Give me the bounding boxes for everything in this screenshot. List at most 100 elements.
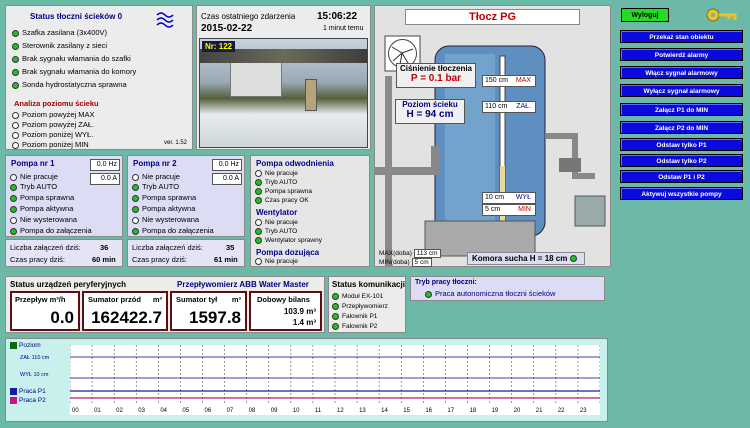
drain-item: Czas pracy OK — [255, 197, 309, 204]
fan-item: Tryb AUTO — [255, 228, 297, 235]
pump2-item: Pompa sprawna — [132, 193, 196, 202]
zal-marker: 110 cm ZAŁ. — [482, 101, 536, 113]
hour-label: 17 — [447, 408, 454, 414]
status-panel: Status tłoczni ścieków 0 Szafka zasilana… — [5, 5, 193, 150]
status-item-text: Brak sygnału włamania do komory — [22, 67, 137, 76]
comm-item-text: Falownik P1 — [342, 313, 378, 321]
led-icon — [332, 323, 339, 330]
confirm-alarms-button[interactable]: Potwierdź alarmy — [620, 48, 743, 61]
min-day-row: MIN(doba) 5 cm — [379, 258, 432, 267]
station-title: Tłocz PG — [405, 9, 580, 25]
pump1-stats: Liczba załączeń dziś: 36 Czas pracy dziś… — [5, 239, 123, 267]
led-icon — [10, 216, 17, 224]
station-panel: Tłocz PG Ciśnienie tłoczenia P = 0.1 bar… — [374, 5, 611, 267]
pump2-item-text: Pompa sprawna — [142, 193, 197, 202]
hour-label: 02 — [116, 408, 123, 414]
comm-item-text: Moduł EX-101 — [342, 293, 384, 301]
led-icon — [132, 173, 139, 181]
status-item: Sterownik zasilany z sieci — [12, 41, 107, 50]
hour-label: 20 — [514, 408, 521, 414]
fan-title: Wentylator — [256, 208, 298, 217]
status-item: Brak sygnału włamania do komory — [12, 67, 136, 76]
comm-title: Status komunikacji — [332, 280, 405, 289]
pump1-item-text: Nie wysterowana — [20, 215, 78, 224]
hour-label: 06 — [205, 408, 212, 414]
camera-label: Nr: 122 — [202, 41, 236, 52]
wyl-label: WYŁ — [515, 194, 531, 201]
legend-p2: Praca P2 — [10, 397, 46, 404]
legend-p1-text: Praca P1 — [19, 388, 46, 396]
led-icon — [132, 227, 139, 235]
comm-panel: Status komunikacji Moduł EX-101 Przepływ… — [328, 276, 406, 333]
hour-label: 09 — [271, 408, 278, 414]
pump2-item-text: Tryb AUTO — [142, 182, 180, 191]
hour-label: 10 — [293, 408, 300, 414]
dose-title: Pompa dozująca — [256, 248, 320, 257]
maxd-value: 113 cm — [413, 249, 441, 258]
drain-item-text: Nie pracuje — [265, 170, 298, 178]
pump1-item: Nie wysterowana — [10, 215, 77, 224]
legend-wyl: WYŁ 10 cm — [20, 372, 49, 378]
hour-label: 01 — [94, 408, 101, 414]
balance-label: Dobowy bilans — [257, 295, 310, 304]
mode-panel: Tryb pracy tłoczni: Praca autonomiczna t… — [410, 276, 605, 301]
maxd-label: MAX(doba) — [379, 250, 412, 257]
back-unit: m³ — [231, 295, 241, 304]
pump1-item-text: Nie pracuje — [20, 172, 58, 181]
camera-image[interactable]: Nr: 122 — [199, 38, 368, 148]
pump2-starts-label: Liczba załączeń dziś: — [132, 243, 203, 252]
balance-fwd: 103.9 m³ — [283, 307, 316, 316]
trend-chart: 00 01 02 03 04 05 06 07 08 09 10 11 12 13 14 15 16 17 18 19… — [70, 345, 600, 415]
status-item: Sonda hydrostatyczna sprawna — [12, 80, 127, 89]
stop-p1-button[interactable]: Odstaw tylko P1 — [620, 138, 743, 151]
legend-p2-text: Praca P2 — [19, 397, 46, 405]
status-item-text: Sonda hydrostatyczna sprawna — [22, 80, 127, 89]
led-icon — [10, 173, 17, 181]
max-cm: 150 cm — [485, 77, 508, 84]
back-value: 1597.8 — [189, 308, 241, 327]
comm-item: Moduł EX-101 — [332, 293, 383, 300]
report-state-button[interactable]: Przekaż stan obiektu — [620, 30, 743, 43]
min-marker: 5 cm MIN — [482, 204, 536, 216]
activate-pumps-button[interactable]: Aktywuj wszystkie pompy — [620, 187, 743, 200]
status-count: 0 — [117, 12, 123, 21]
hour-label: 23 — [580, 408, 587, 414]
dry-text: Komora sucha H = 18 cm — [472, 254, 568, 263]
fan-item-text: Wentylator sprawny — [265, 237, 322, 245]
pump2-item: Pompa do załączenia — [132, 226, 214, 235]
drain-item: Nie pracuje — [255, 170, 298, 177]
led-icon — [12, 68, 19, 76]
hour-label: 00 — [72, 408, 79, 414]
key-icon[interactable] — [705, 5, 737, 25]
drain-item: Tryb AUTO — [255, 179, 297, 186]
tank-illustration — [375, 35, 606, 266]
led-icon — [12, 141, 19, 149]
led-icon — [255, 237, 262, 244]
p1-min-button[interactable]: Załącz P1 do MIN — [620, 103, 743, 116]
comm-item-text: Przepływomierz — [342, 303, 388, 311]
alarm-on-button[interactable]: Włącz sygnał alarmowy — [620, 66, 743, 79]
hour-label: 18 — [470, 408, 477, 414]
led-icon — [12, 55, 19, 63]
pump1-item: Pompa do załączenia — [10, 226, 92, 235]
led-icon — [255, 197, 262, 204]
p2-min-button[interactable]: Załącz P2 do MIN — [620, 121, 743, 134]
mind-value: 5 cm — [411, 258, 432, 267]
hour-label: 14 — [381, 408, 388, 414]
pressure-label: Ciśnienie tłoczenia — [399, 64, 473, 73]
logout-button[interactable]: Wyloguj — [621, 8, 669, 22]
analysis-title: Analiza poziomu ścieku — [14, 99, 99, 108]
led-icon — [332, 303, 339, 310]
stop-p1-p2-button[interactable]: Odstaw P1 i P2 — [620, 170, 743, 183]
hour-label: 05 — [182, 408, 189, 414]
drain-item-text: Pompa sprawna — [265, 188, 312, 196]
dry-chamber: Komora sucha H = 18 cm — [467, 252, 585, 265]
back-label: Sumator tył — [176, 295, 218, 304]
alarm-off-button[interactable]: Wyłącz sygnał alarmowy — [620, 84, 743, 97]
level-text: Poziom powyżej ZAŁ. — [22, 120, 95, 129]
led-icon — [10, 194, 17, 202]
wyl-marker: 10 cm WYŁ — [482, 192, 536, 204]
pump1-item: Nie pracuje — [10, 172, 58, 181]
led-icon — [12, 42, 19, 50]
stop-p2-button[interactable]: Odstaw tylko P2 — [620, 154, 743, 167]
